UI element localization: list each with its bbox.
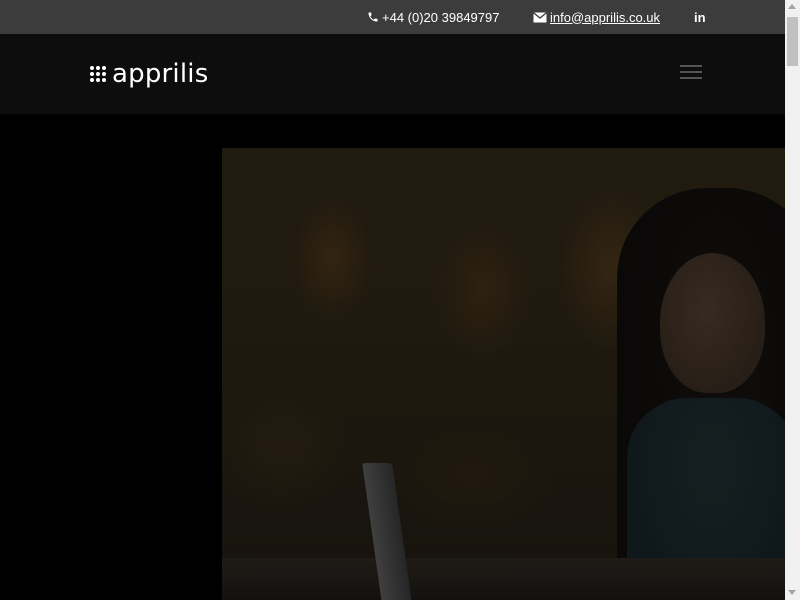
scroll-down-arrow-icon[interactable] [788, 590, 796, 595]
contact-bar: +44 (0)20 39849797 info@apprilis.co.uk i… [0, 0, 785, 34]
hero-image [222, 148, 785, 600]
scrollbar-thumb[interactable] [787, 17, 798, 66]
phone-link[interactable]: +44 (0)20 39849797 [367, 0, 499, 34]
page-scrollbar[interactable] [785, 0, 800, 600]
page: +44 (0)20 39849797 info@apprilis.co.uk i… [0, 0, 800, 600]
email-link[interactable]: info@apprilis.co.uk [533, 0, 660, 34]
image-overlay [222, 148, 785, 600]
email-address: info@apprilis.co.uk [550, 9, 661, 25]
linkedin-icon: in [694, 9, 706, 25]
phone-icon [367, 11, 379, 23]
logo-link[interactable]: apprilis [90, 57, 208, 91]
hero-section [0, 114, 785, 600]
logo-text: apprilis [112, 59, 209, 89]
phone-number: +44 (0)20 39849797 [382, 9, 500, 25]
dot-grid-icon [90, 66, 106, 82]
envelope-icon [533, 11, 547, 23]
hamburger-menu-icon[interactable] [680, 65, 702, 81]
scroll-up-arrow-icon[interactable] [788, 4, 796, 9]
linkedin-link[interactable]: in [694, 0, 706, 34]
site-header: apprilis [0, 34, 785, 114]
